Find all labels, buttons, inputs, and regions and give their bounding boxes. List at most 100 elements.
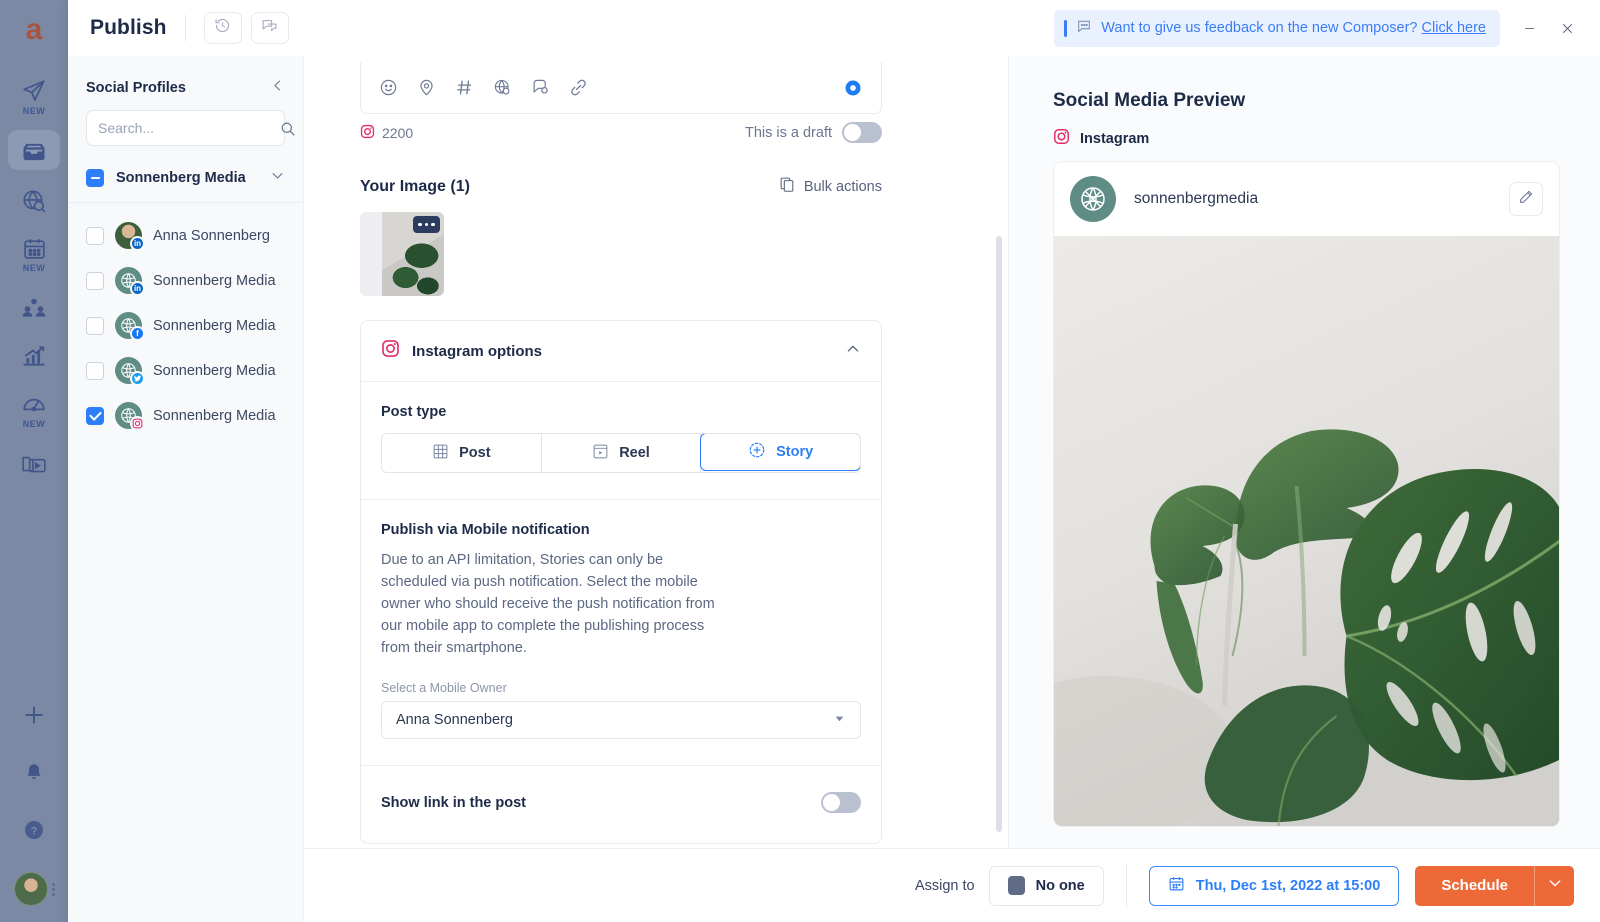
app-window: a NEW NEW NEW ? Publish Want to give us …	[0, 0, 1600, 922]
rail-item-help[interactable]: ?	[8, 810, 60, 846]
list-item[interactable]: in Anna Sonnenberg	[68, 213, 303, 258]
schedule-date-button[interactable]: Thu, Dec 1st, 2022 at 15:00	[1148, 865, 1400, 906]
profile-checkbox[interactable]	[86, 271, 104, 290]
rail-badge-new: NEW	[22, 263, 46, 273]
feedback-banner[interactable]: Want to give us feedback on the new Comp…	[1054, 9, 1500, 47]
profile-name: Sonnenberg Media	[153, 317, 276, 334]
instagram-icon	[130, 416, 145, 431]
preview-card: sonnenbergmedia	[1053, 161, 1560, 827]
avatar: in	[115, 267, 145, 296]
history-button[interactable]	[203, 12, 242, 44]
draft-toggle-group[interactable]: This is a draft	[745, 122, 882, 143]
list-item[interactable]: in Sonnenberg Media	[68, 258, 303, 303]
accent-bar	[1064, 19, 1068, 37]
schedule-button[interactable]: Schedule	[1415, 865, 1534, 906]
post-type-option-label: Post	[459, 445, 491, 461]
rail-item-people[interactable]	[8, 287, 60, 325]
rail-item-analytics[interactable]	[8, 335, 60, 373]
rail-badge-new: NEW	[22, 419, 46, 429]
list-item[interactable]: Sonnenberg Media	[68, 393, 303, 438]
assignee-button[interactable]: No one	[988, 865, 1104, 906]
show-link-toggle[interactable]	[821, 792, 861, 814]
ellipsis-icon[interactable]	[413, 216, 440, 233]
window-body: Social Profiles Search... Sonnenberg Med…	[68, 56, 1600, 922]
hashtag-icon[interactable]	[455, 78, 474, 97]
schedule-dropdown-button[interactable]	[1534, 865, 1574, 906]
profile-checkbox[interactable]	[86, 226, 104, 245]
chevron-down-icon[interactable]	[270, 168, 285, 188]
profile-group-row[interactable]: Sonnenberg Media	[68, 160, 303, 203]
image-thumbnail[interactable]	[360, 212, 444, 296]
instagram-options-header[interactable]: Instagram options	[361, 321, 881, 382]
preview-card-header: sonnenbergmedia	[1054, 162, 1559, 236]
monstera-plant-photo	[1054, 236, 1559, 826]
bulk-actions-button[interactable]: Bulk actions	[779, 176, 882, 197]
divider	[1125, 864, 1127, 907]
group-checkbox[interactable]	[86, 169, 104, 187]
post-type-option-story[interactable]: Story	[700, 434, 860, 471]
profile-name: Sonnenberg Media	[153, 272, 276, 289]
search-icon	[279, 120, 296, 137]
svg-text:?: ?	[31, 826, 38, 838]
globe-icon[interactable]	[493, 78, 512, 97]
composer-footer: Assign to No one Thu, Dec 1st, 2022 at 1…	[304, 848, 1600, 922]
reel-icon	[592, 443, 609, 464]
search-input[interactable]	[98, 120, 279, 136]
assign-to-label: Assign to	[914, 877, 975, 894]
link-icon[interactable]	[569, 78, 588, 97]
feedback-link[interactable]: Click here	[1422, 20, 1486, 36]
brand-logo[interactable]: a	[0, 0, 68, 60]
rail-item-inbox[interactable]	[8, 130, 60, 170]
composer-scrollbar[interactable]	[996, 236, 1002, 832]
schedule-date-value: Thu, Dec 1st, 2022 at 15:00	[1195, 877, 1381, 894]
copy-stack-icon	[779, 176, 796, 197]
rail-item-listening[interactable]	[8, 180, 60, 218]
mobile-owner-select[interactable]: Anna Sonnenberg	[381, 701, 861, 740]
rail-item-publish[interactable]: NEW	[8, 70, 60, 120]
instagram-icon	[1053, 128, 1070, 149]
list-item[interactable]: f Sonnenberg Media	[68, 303, 303, 348]
social-profiles-header: Social Profiles	[68, 56, 303, 110]
search-box[interactable]	[86, 110, 295, 146]
people-icon	[21, 295, 47, 321]
composer-meta-row: 2200 This is a draft	[360, 122, 882, 143]
show-link-section: Show link in the post	[361, 766, 881, 843]
rail-item-create[interactable]	[8, 694, 60, 732]
profile-checkbox[interactable]	[86, 406, 104, 425]
story-plus-icon	[748, 441, 766, 463]
close-button[interactable]	[1548, 9, 1586, 47]
preview-edit-button[interactable]	[1509, 182, 1543, 216]
rail-item-media-library[interactable]	[8, 443, 60, 481]
comment-icon[interactable]	[531, 78, 550, 97]
location-pin-icon[interactable]	[417, 78, 436, 97]
avatar: in	[115, 222, 145, 251]
collapse-panel-button[interactable]	[270, 78, 285, 98]
rail-item-monitoring[interactable]: NEW	[8, 383, 60, 433]
minimize-button[interactable]	[1510, 9, 1548, 47]
social-profiles-title: Social Profiles	[86, 80, 186, 96]
chevron-up-icon[interactable]	[845, 341, 861, 362]
app-rail: a NEW NEW NEW ?	[0, 0, 68, 922]
composer-toolbar	[360, 62, 882, 114]
post-type-option-post[interactable]: Post	[382, 434, 542, 472]
rail-bottom-nav: ?	[0, 672, 68, 922]
feedback-text: Want to give us feedback on the new Comp…	[1101, 20, 1486, 36]
post-type-option-reel[interactable]: Reel	[541, 434, 702, 472]
post-type-option-label: Story	[776, 444, 814, 460]
preview-network: Instagram	[1053, 128, 1560, 149]
profile-name: Sonnenberg Media	[153, 407, 276, 424]
avatar	[115, 402, 145, 431]
counter-value: 2200	[382, 124, 414, 141]
list-item[interactable]: Sonnenberg Media	[68, 348, 303, 393]
profile-checkbox[interactable]	[86, 361, 104, 380]
rail-item-calendar[interactable]: NEW	[8, 228, 60, 277]
emoji-icon[interactable]	[379, 78, 398, 97]
draft-toggle[interactable]	[842, 122, 882, 143]
post-type-option-label: Reel	[619, 445, 650, 461]
bell-icon	[23, 762, 45, 784]
rail-account[interactable]	[13, 872, 55, 906]
ai-assist-icon[interactable]	[843, 78, 863, 98]
comments-button[interactable]	[250, 12, 289, 44]
rail-item-notifications[interactable]	[8, 754, 60, 788]
profile-checkbox[interactable]	[86, 316, 104, 335]
